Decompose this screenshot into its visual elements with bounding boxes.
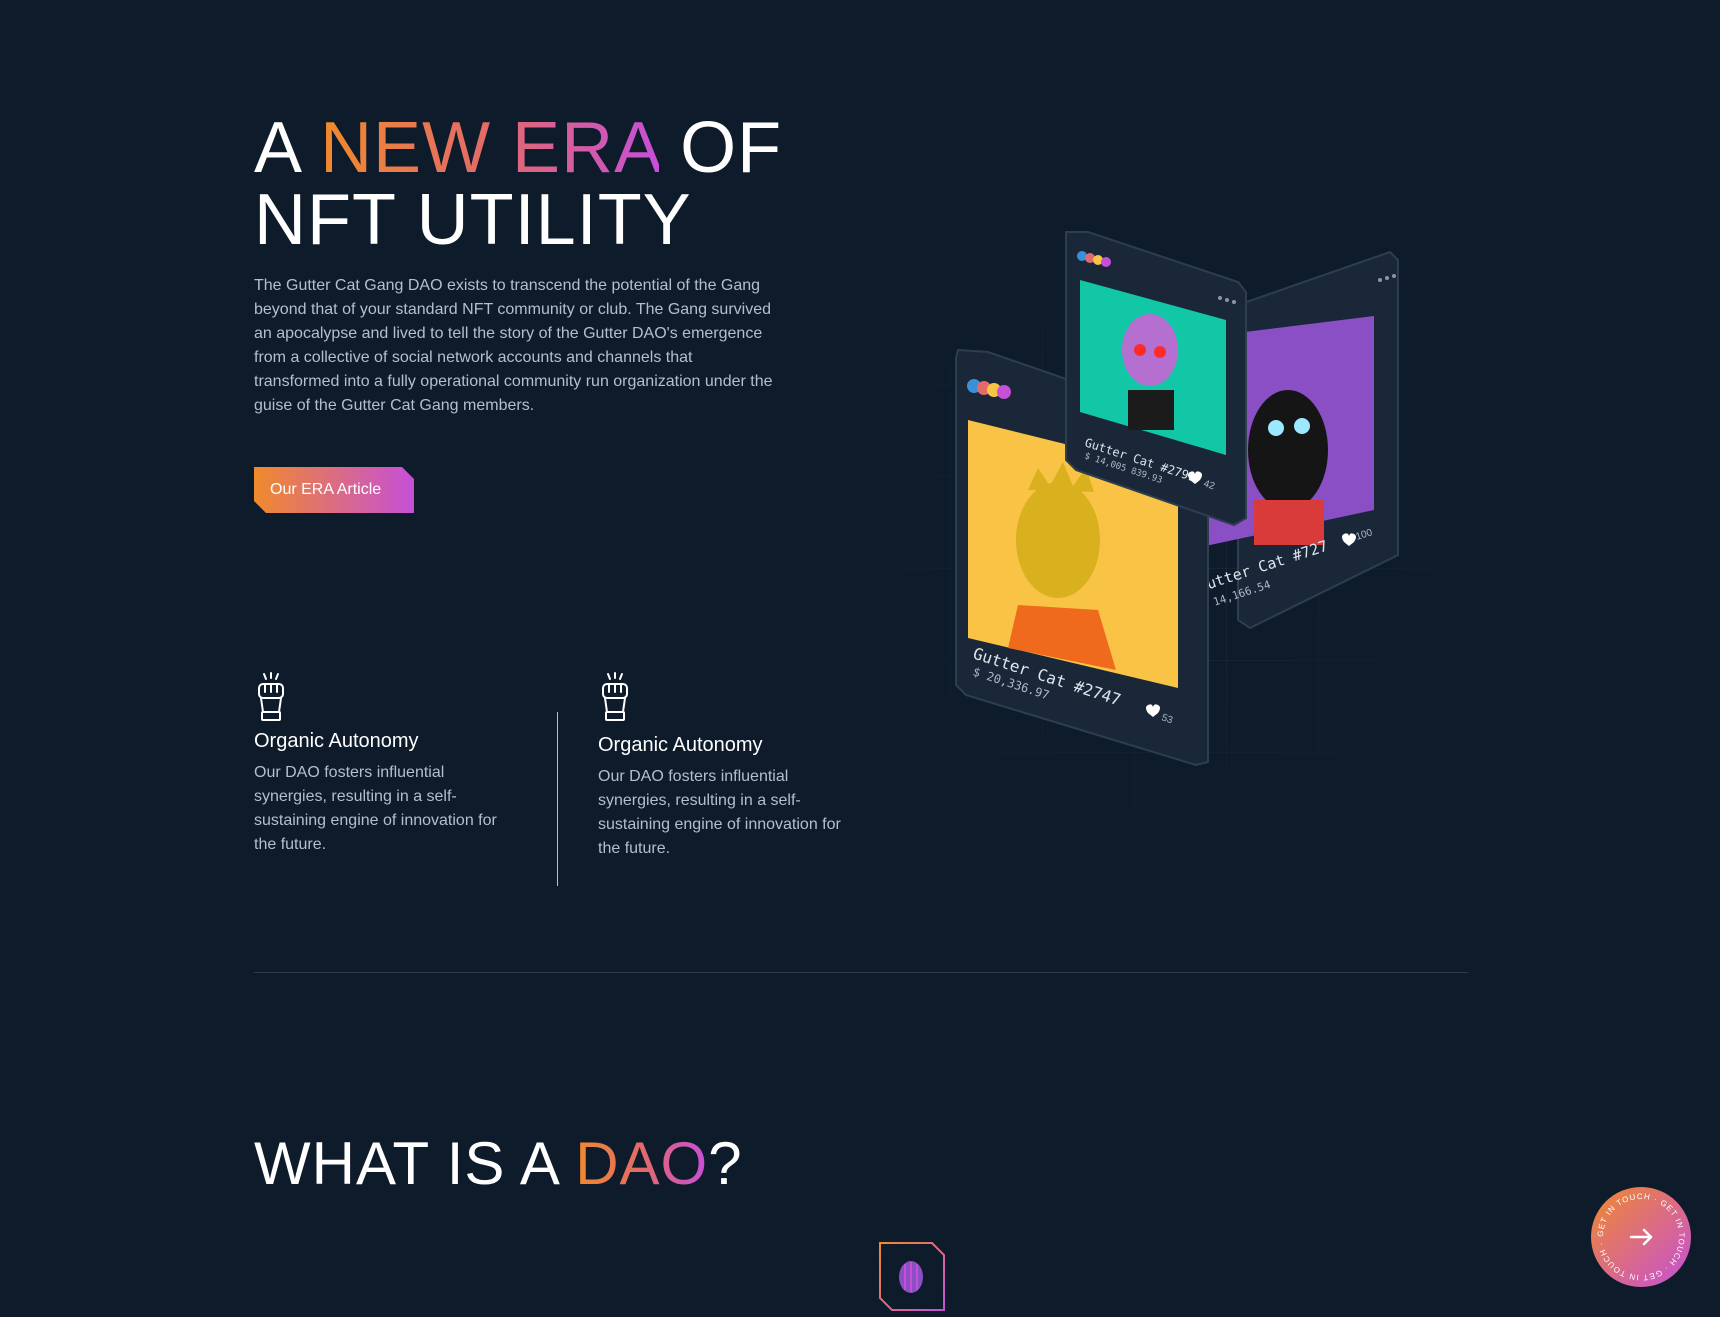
era-article-button[interactable]: Our ERA Article bbox=[254, 467, 414, 513]
hero-title-highlight: NEW ERA bbox=[320, 108, 660, 188]
hero-description: The Gutter Cat Gang DAO exists to transc… bbox=[254, 277, 773, 414]
feature-text: Our DAO fosters influential synergies, r… bbox=[598, 768, 841, 857]
feature-divider bbox=[557, 712, 558, 886]
hero-title-line2: NFT UTILITY bbox=[254, 180, 692, 260]
hero-title-prefix: A bbox=[254, 108, 321, 188]
raised-fist-icon bbox=[602, 672, 628, 721]
feature-organic-autonomy-1: Organic Autonomy Our DAO fosters influen… bbox=[254, 672, 504, 857]
section-divider bbox=[254, 972, 1468, 973]
feature-organic-autonomy-2: Organic Autonomy Our DAO fosters influen… bbox=[598, 672, 848, 861]
raised-fist-icon bbox=[258, 672, 284, 721]
dao-emblem-icon[interactable] bbox=[876, 1242, 946, 1312]
dao-title-suffix: ? bbox=[708, 1130, 743, 1197]
dao-title-prefix: WHAT IS A bbox=[254, 1130, 576, 1197]
feature-title: Organic Autonomy bbox=[254, 730, 419, 752]
feature-text: Our DAO fosters influential synergies, r… bbox=[254, 764, 497, 853]
dao-title-highlight: DAO bbox=[575, 1130, 709, 1197]
feature-title: Organic Autonomy bbox=[598, 734, 763, 756]
nft-cards-illustration: Gutter Cat #727 $ 14,166.54 100 Gutter C… bbox=[858, 200, 1478, 860]
hero-title-suffix: OF bbox=[659, 108, 783, 188]
get-in-touch-button[interactable]: GET IN TOUCH · GET IN TOUCH · GET IN TOU… bbox=[1590, 1186, 1692, 1288]
hero-title: A NEW ERA OF NFT UTILITY bbox=[254, 112, 782, 256]
dao-section-title: WHAT IS A DAO? bbox=[254, 1132, 743, 1196]
